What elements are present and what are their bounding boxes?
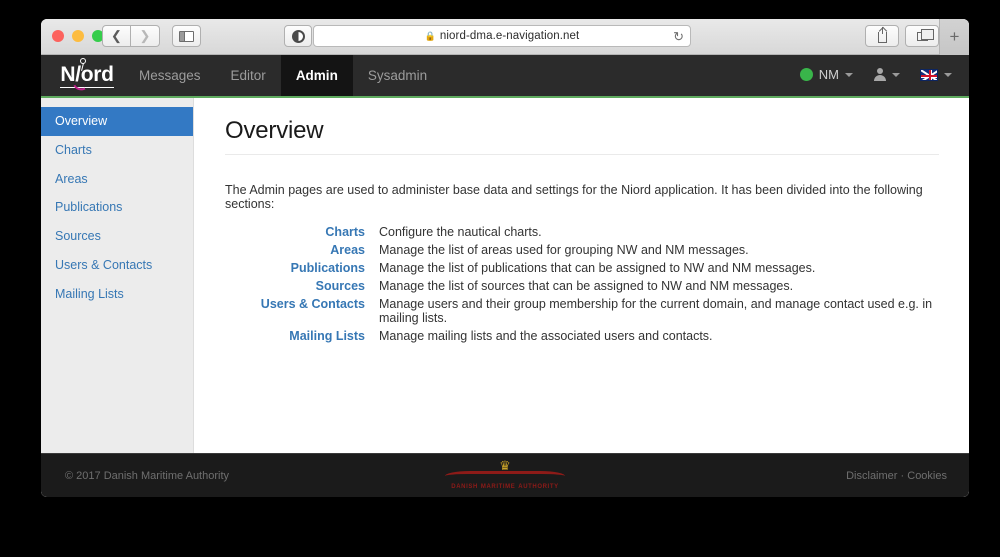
web-page: N/ord Messages Editor Admin Sysadmin NM xyxy=(41,55,969,497)
reader-view-button[interactable] xyxy=(284,25,312,47)
section-description-charts: Configure the nautical charts. xyxy=(379,225,542,239)
admin-sidebar: Overview Charts Areas Publications Sourc… xyxy=(41,98,194,453)
share-button[interactable] xyxy=(865,25,899,47)
cookies-link[interactable]: Cookies xyxy=(907,470,947,482)
section-description-mailing-lists: Manage mailing lists and the associated … xyxy=(379,329,713,343)
sidebar-toggle-button[interactable] xyxy=(172,25,201,47)
section-term-publications[interactable]: Publications xyxy=(225,261,365,275)
page-title: Overview xyxy=(225,117,939,155)
language-menu[interactable] xyxy=(911,55,961,94)
forward-button[interactable]: ❯ xyxy=(131,25,160,47)
navigation-buttons[interactable]: ❮ ❯ xyxy=(102,25,201,47)
crown-icon: ♛ xyxy=(499,458,511,473)
nav-tab-admin[interactable]: Admin xyxy=(280,55,353,96)
minimize-window-button[interactable] xyxy=(72,30,84,42)
address-bar[interactable]: 🔒 niord-dma.e-navigation.net ↻ xyxy=(313,25,691,47)
chevron-down-icon xyxy=(944,72,952,77)
show-tabs-button[interactable] xyxy=(905,25,939,47)
domain-selector[interactable]: NM xyxy=(791,55,862,94)
sidebar-item-overview[interactable]: Overview xyxy=(41,107,193,136)
page-footer: © 2017 Danish Maritime Authority ♛ Danis… xyxy=(41,453,969,497)
dma-logo: ♛ Danish Maritime Authority xyxy=(425,458,585,490)
section-term-sources[interactable]: Sources xyxy=(225,279,365,293)
person-icon xyxy=(873,68,886,81)
domain-label: NM xyxy=(818,67,839,82)
page-body: Overview Charts Areas Publications Sourc… xyxy=(41,98,969,453)
sidebar-toggle-icon xyxy=(179,30,194,42)
footer-separator: · xyxy=(900,469,905,482)
section-description-users-contacts: Manage users and their group membership … xyxy=(379,297,933,325)
section-description-areas: Manage the list of areas used for groupi… xyxy=(379,243,749,257)
browser-window: ❮ ❯ 🔒 niord-dma.e-navigation.net ↻ + N/o… xyxy=(41,19,969,497)
intro-text: The Admin pages are used to administer b… xyxy=(225,183,923,211)
back-button[interactable]: ❮ xyxy=(102,25,131,47)
sidebar-item-users-contacts[interactable]: Users & Contacts xyxy=(41,251,193,280)
main-content: Overview The Admin pages are used to adm… xyxy=(194,98,969,453)
reload-icon[interactable]: ↻ xyxy=(673,29,684,45)
section-description-publications: Manage the list of publications that can… xyxy=(379,261,816,275)
share-icon xyxy=(877,26,887,43)
disclaimer-link[interactable]: Disclaimer xyxy=(846,470,897,482)
screen: ❮ ❯ 🔒 niord-dma.e-navigation.net ↻ + N/o… xyxy=(0,0,1000,557)
copyright-text: © 2017 Danish Maritime Authority xyxy=(65,469,230,482)
app-nav-items: Messages Editor Admin Sysadmin xyxy=(124,55,442,96)
browser-toolbar: ❮ ❯ 🔒 niord-dma.e-navigation.net ↻ + xyxy=(41,19,969,55)
section-description-sources: Manage the list of sources that can be a… xyxy=(379,279,794,293)
nav-tab-sysadmin[interactable]: Sysadmin xyxy=(353,55,442,96)
dma-logo-text: Danish Maritime Authority xyxy=(451,480,559,490)
uk-flag-icon xyxy=(920,68,938,81)
chevron-down-icon xyxy=(892,72,900,77)
chevron-down-icon xyxy=(845,72,853,77)
section-term-users-contacts[interactable]: Users & Contacts xyxy=(225,297,365,325)
window-controls[interactable] xyxy=(52,30,104,42)
section-term-charts[interactable]: Charts xyxy=(225,225,365,239)
status-dot-icon xyxy=(799,68,813,81)
toolbar-right-buttons[interactable] xyxy=(865,25,939,47)
lock-icon: 🔒 xyxy=(424,30,436,41)
section-term-areas[interactable]: Areas xyxy=(225,243,365,257)
reader-view-icon xyxy=(291,29,305,43)
sections-list: Charts Configure the nautical charts. Ar… xyxy=(225,225,939,343)
app-logo-text: N/ord xyxy=(60,62,114,88)
new-tab-button[interactable]: + xyxy=(939,19,969,55)
app-navbar: N/ord Messages Editor Admin Sysadmin NM xyxy=(41,55,969,98)
close-window-button[interactable] xyxy=(52,30,64,42)
app-logo[interactable]: N/ord xyxy=(50,55,124,96)
url-text: niord-dma.e-navigation.net xyxy=(439,30,580,42)
section-term-mailing-lists[interactable]: Mailing Lists xyxy=(225,329,365,343)
sidebar-item-areas[interactable]: Areas xyxy=(41,165,193,194)
nav-tab-messages[interactable]: Messages xyxy=(124,55,216,96)
nav-tab-editor[interactable]: Editor xyxy=(216,55,281,96)
show-tabs-icon xyxy=(916,28,934,41)
navbar-right: NM xyxy=(791,55,961,94)
sidebar-item-mailing-lists[interactable]: Mailing Lists xyxy=(41,280,193,309)
footer-links: Disclaimer · Cookies xyxy=(846,470,947,482)
sidebar-item-publications[interactable]: Publications xyxy=(41,193,193,222)
sidebar-item-sources[interactable]: Sources xyxy=(41,222,193,251)
sidebar-item-charts[interactable]: Charts xyxy=(41,136,193,165)
user-menu[interactable] xyxy=(864,55,909,94)
